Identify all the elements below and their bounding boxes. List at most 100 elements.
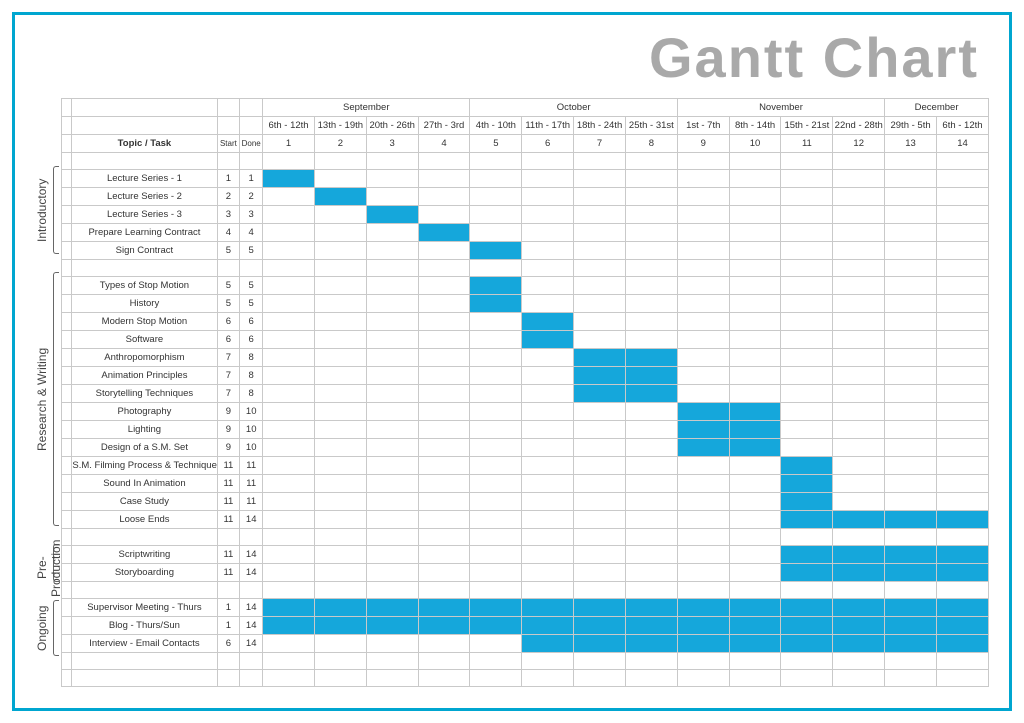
task-label: Photography [72,403,217,421]
gantt-cell [263,331,315,349]
gantt-cell [574,349,626,367]
gantt-cell [885,546,937,564]
month-header: December [885,99,989,117]
gantt-row: Types of Stop Motion55 [62,277,989,295]
gantt-cell [729,475,781,493]
task-start: 9 [217,439,240,457]
task-label: Scriptwriting [72,546,217,564]
week-num: 12 [833,135,885,153]
task-label: Lecture Series - 3 [72,206,217,224]
week-num: 7 [574,135,626,153]
gantt-cell [781,385,833,403]
gantt-cell [522,242,574,260]
gantt-cell [263,224,315,242]
gantt-cell [522,295,574,313]
task-start: 3 [217,206,240,224]
gantt-cell [936,385,988,403]
gantt-cell [470,403,522,421]
task-label: Sign Contract [72,242,217,260]
task-label: Lighting [72,421,217,439]
week-range: 18th - 24th [574,117,626,135]
task-done: 10 [240,421,263,439]
gantt-row: Sound In Animation1111 [62,475,989,493]
gantt-cell [366,457,418,475]
gantt-row: Supervisor Meeting - Thurs114 [62,599,989,617]
task-start: 11 [217,457,240,475]
gantt-cell [625,277,677,295]
gantt-cell [574,242,626,260]
week-range: 27th - 3rd [418,117,470,135]
gantt-cell [729,457,781,475]
gantt-cell [314,617,366,635]
gantt-cell [314,313,366,331]
gantt-cell [418,224,470,242]
week-range: 20th - 26th [366,117,418,135]
gantt-cell [781,457,833,475]
gantt-cell [314,421,366,439]
gantt-cell [729,331,781,349]
column-header-done: Done [240,135,263,153]
month-header: October [470,99,677,117]
gantt-cell [936,546,988,564]
gantt-cell [833,295,885,313]
gantt-cell [314,635,366,653]
gantt-row: S.M. Filming Process & Techniques1111 [62,457,989,475]
week-range: 29th - 5th [885,117,937,135]
gantt-cell [936,493,988,511]
gantt-cell [418,367,470,385]
gantt-cell [936,439,988,457]
task-start: 5 [217,242,240,260]
gantt-cell [574,224,626,242]
gantt-cell [263,206,315,224]
gantt-cell [677,385,729,403]
gantt-cell [936,349,988,367]
task-done: 14 [240,617,263,635]
gantt-cell [470,475,522,493]
gantt-cell [625,493,677,511]
gantt-cell [470,385,522,403]
gantt-cell [781,599,833,617]
gantt-cell [574,170,626,188]
gantt-cell [522,403,574,421]
gantt-cell [677,295,729,313]
gantt-cell [263,493,315,511]
gantt-cell [366,599,418,617]
gantt-cell [936,242,988,260]
gantt-cell [781,475,833,493]
section-label-column: Introductory Research & Writing Pre-Prod… [35,98,61,687]
gantt-cell [366,635,418,653]
gantt-cell [936,313,988,331]
gantt-cell [936,421,988,439]
gantt-cell [781,331,833,349]
gantt-cell [625,617,677,635]
gantt-cell [625,295,677,313]
gantt-cell [418,331,470,349]
gantt-cell [574,313,626,331]
task-done: 14 [240,546,263,564]
gantt-cell [625,475,677,493]
week-num: 14 [936,135,988,153]
task-label: Case Study [72,493,217,511]
gantt-row: Scriptwriting1114 [62,546,989,564]
gantt-cell [418,403,470,421]
gantt-row: Storytelling Techniques78 [62,385,989,403]
gantt-cell [781,439,833,457]
gantt-cell [885,599,937,617]
task-done: 14 [240,564,263,582]
gantt-cell [729,493,781,511]
gantt-cell [625,439,677,457]
task-start: 11 [217,475,240,493]
gantt-cell [263,421,315,439]
gantt-cell [885,206,937,224]
gantt-cell [729,170,781,188]
gantt-cell [418,546,470,564]
gantt-cell [625,188,677,206]
gantt-cell [625,599,677,617]
gantt-cell [781,277,833,295]
gantt-cell [366,617,418,635]
task-start: 7 [217,367,240,385]
task-start: 11 [217,564,240,582]
gantt-cell [314,564,366,582]
gantt-row: Modern Stop Motion66 [62,313,989,331]
gantt-cell [314,295,366,313]
